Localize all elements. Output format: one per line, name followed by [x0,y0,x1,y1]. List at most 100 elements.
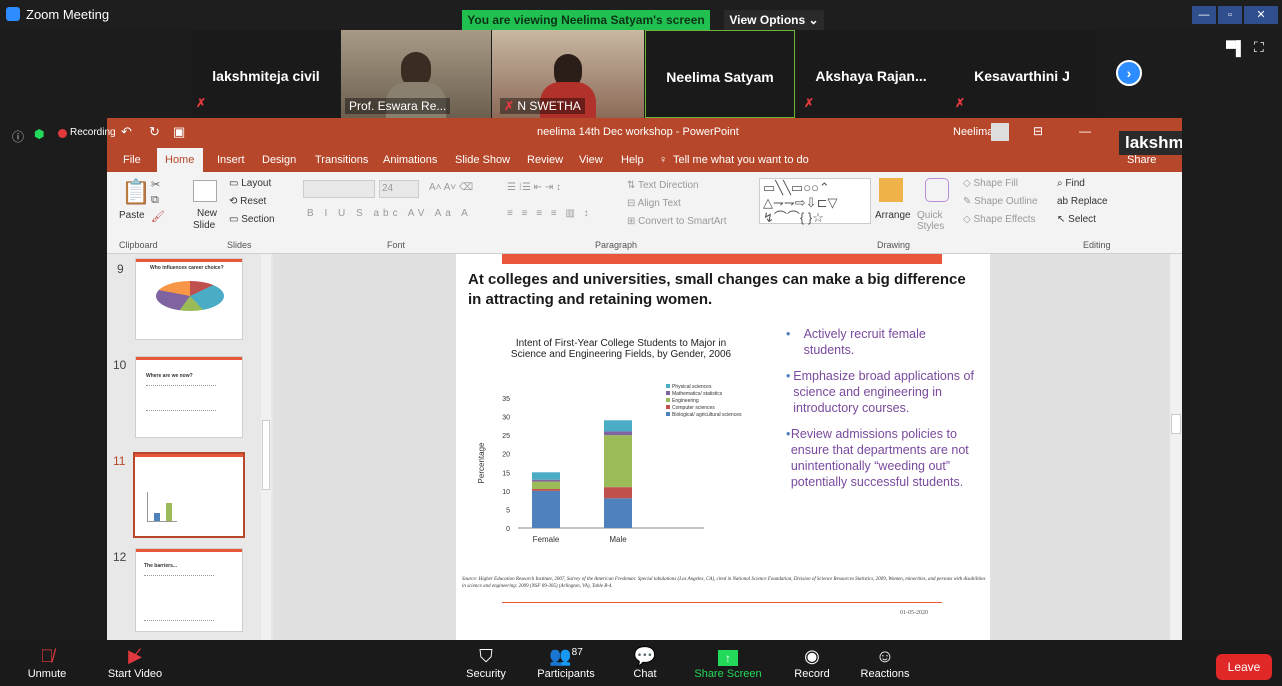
grow-font-icon[interactable]: A˄ A˅ ⌫ [429,182,473,193]
lightbulb-icon: ♀ [659,154,668,166]
bar-segment [532,472,560,480]
tab-design[interactable]: Design [262,154,296,166]
section-button[interactable]: ▭ Section [229,214,275,225]
fullscreen-icon[interactable]: ⛶ [1254,39,1264,56]
quick-styles-icon[interactable] [925,178,949,202]
slide-thumbnail-11-selected[interactable] [133,452,245,538]
tab-animations[interactable]: Animations [383,154,437,166]
start-video-button[interactable]: ▶̸ Start Video [98,640,172,686]
reset-button[interactable]: ⟲ Reset [229,196,266,207]
bullet-marker: • [786,369,791,383]
thumbnail-scrollbar-thumb[interactable] [262,420,270,490]
select-button[interactable]: ↖ Select [1057,214,1096,225]
record-button[interactable]: ◉ Record [784,640,840,686]
next-page-arrow-icon[interactable]: › [1116,60,1142,86]
quick-styles-label[interactable]: Quick Styles [917,210,957,232]
maximize-button[interactable]: ▫ [1218,6,1242,24]
shape-effects-button[interactable]: ◇ Shape Effects [963,214,1036,225]
ppt-title-bar: ↶ ↻ ▣ neelima 14th Dec workshop - PowerP… [107,118,1182,148]
slide-thumbnail-10[interactable]: Where are we now? [135,356,243,438]
new-slide-label-2[interactable]: Slide [193,220,215,231]
share-button[interactable]: Share [1127,154,1156,166]
font-format-buttons[interactable]: B I U S abc AV Aa A [307,208,472,219]
tab-review[interactable]: Review [527,154,563,166]
tab-insert[interactable]: Insert [217,154,245,166]
share-screen-icon: ↑ [686,646,770,668]
slide-scrollbar[interactable] [1170,254,1182,640]
text-direction-button[interactable]: ⇅ Text Direction [627,180,699,191]
unmute-button[interactable]: 🎙̸ Unmute [12,640,82,686]
close-button[interactable]: ✕ [1244,6,1278,24]
undo-icon[interactable]: ↶ [121,124,132,140]
ppt-user-name: Neelima [953,126,994,138]
arrange-icon[interactable] [879,178,903,202]
legend-swatch [666,391,670,395]
slide-thumbnail-9[interactable]: Who influences career choice? [135,258,243,340]
tab-slide-show[interactable]: Slide Show [455,154,510,166]
tab-view[interactable]: View [579,154,603,166]
ribbon-display-icon[interactable]: ⊟ [1033,124,1043,138]
start-slideshow-icon[interactable]: ▣ [173,124,185,140]
participant-video-tile[interactable]: ✗ N SWETHA [492,30,644,118]
redo-icon[interactable]: ↻ [149,124,160,140]
leave-button[interactable]: Leave [1216,654,1272,680]
slide-thumbnail-12[interactable]: The barriers... [135,548,243,632]
avatar[interactable] [991,123,1009,141]
share-screen-button[interactable]: ↑ Share Screen [686,640,770,686]
copy-icon[interactable]: ⧉ [151,194,159,207]
convert-smartart-button[interactable]: ⊞ Convert to SmartArt [627,216,727,227]
reactions-icon: ☺ [875,646,895,666]
find-button[interactable]: ⌕ Find [1057,178,1085,189]
shapes-gallery[interactable]: ▭╲╲▭○○⌃ △⇁⇁⇨⇩⊏▽ ↯⌒⌒{ }☆ [759,178,871,225]
thumbnail-number: 10 [113,358,127,372]
bullets-icon[interactable]: ☰ ⁝☰ ⇤ ⇥ ↕ [507,182,561,193]
tab-transitions[interactable]: Transitions [315,154,368,166]
shield-icon[interactable]: ⬢ [34,127,44,141]
view-options-button[interactable]: View Options ⌄ [724,10,824,30]
participants-button[interactable]: 👥87 Participants [528,640,604,686]
arrange-label[interactable]: Arrange [875,210,911,221]
replace-button[interactable]: ab Replace [1057,196,1108,207]
thumbnail-accent-bar [136,549,242,552]
cut-icon[interactable]: ✂ [151,178,160,191]
participant-tile-active-speaker[interactable]: Neelima Satyam [645,30,795,118]
font-name-input[interactable] [303,180,375,198]
tab-home[interactable]: Home [165,154,194,166]
new-slide-icon[interactable] [193,180,217,202]
legend-swatch [666,384,670,388]
window-title: Zoom Meeting [26,7,110,22]
new-slide-label[interactable]: New [197,208,217,219]
paste-icon[interactable]: 📋 [121,178,151,207]
bar-segment [604,487,632,499]
mic-muted-icon: 🎙̸ [40,646,54,666]
minimize-button[interactable]: — [1192,6,1216,24]
thumbnail-accent-bar [136,357,242,360]
align-text-button[interactable]: ⊟ Align Text [627,198,681,209]
tab-help[interactable]: Help [621,154,644,166]
slide-scrollbar-thumb[interactable] [1171,414,1181,434]
alignment-buttons[interactable]: ≡ ≡ ≡ ≡ ▥ ↕ [507,208,592,219]
participant-video-tile[interactable]: Prof. Eswara Re... [341,30,491,118]
thumbnail-scrollbar[interactable] [261,254,271,640]
gallery-view-icon[interactable]: ▀▌ [1226,40,1246,56]
chat-button[interactable]: 💬 Chat [620,640,670,686]
y-tick-label: 25 [502,433,510,440]
shape-fill-button[interactable]: ◇ Shape Fill [963,178,1018,189]
legend-swatch [666,412,670,416]
layout-label: Layout [241,178,272,189]
slide-accent-bar [502,254,942,264]
ppt-minimize-button[interactable]: — [1079,124,1091,138]
participant-tile[interactable]: Akshaya Rajan... ✗ [796,30,946,118]
info-icon[interactable]: ⓘ [12,128,24,145]
layout-button[interactable]: ▭ Layout [229,178,271,189]
participant-tile[interactable]: lakshmiteja civil ✗ [192,30,340,118]
tell-me-search[interactable]: Tell me what you want to do [673,154,809,166]
participant-tile[interactable]: Kesavarthini J ✗ [947,30,1097,118]
paste-label[interactable]: Paste [119,210,145,221]
font-size-input[interactable]: 24 [379,180,419,198]
format-painter-icon[interactable]: 🖌 [151,210,165,223]
reactions-button[interactable]: ☺ Reactions [852,640,918,686]
tab-file[interactable]: File [123,154,141,166]
shape-outline-button[interactable]: ✎ Shape Outline [963,196,1038,207]
security-button[interactable]: ⛉ Security [456,640,516,686]
